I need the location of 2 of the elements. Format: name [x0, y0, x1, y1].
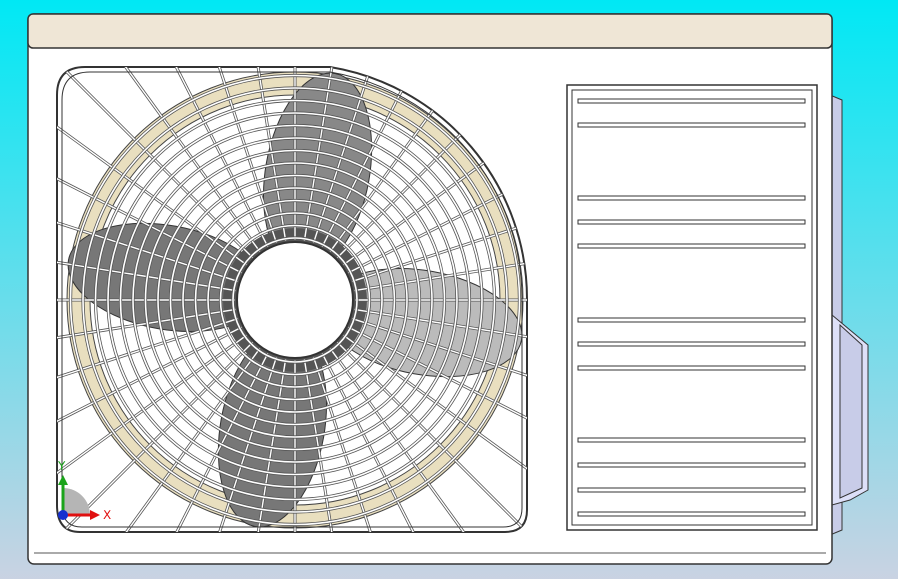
axis-triad-drawing	[58, 475, 100, 520]
axis-label: X	[103, 508, 112, 522]
